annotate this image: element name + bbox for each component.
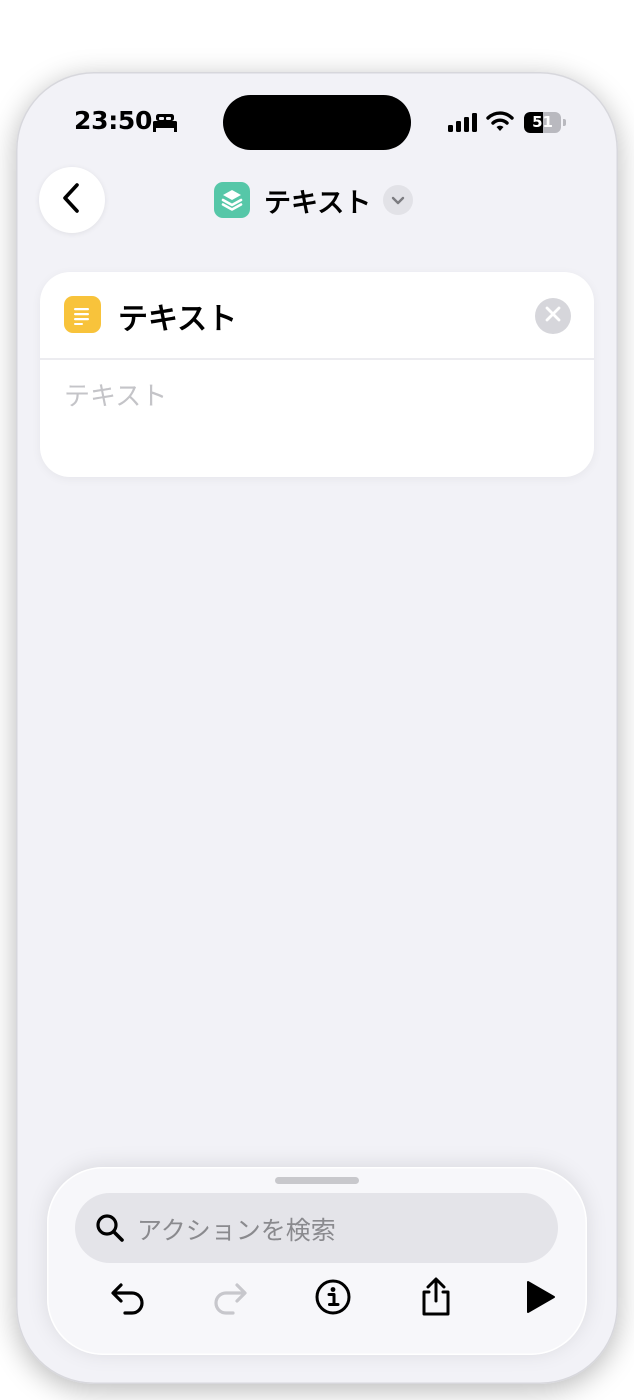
battery-tip [563,119,566,126]
text-lines-icon [64,296,101,333]
bed-icon [152,112,178,136]
phone-screen: 23:50 51 テキスト テキスト テキスト アクションを検索 [16,72,618,1384]
undo-arrow-icon [109,1279,147,1319]
action-search-panel: アクションを検索 [47,1167,587,1355]
page-title: テキスト [264,187,372,219]
info-circle-icon [314,1278,352,1320]
shortcut-layers-icon [214,182,250,218]
shortcut-title-menu[interactable]: テキスト [214,179,414,221]
action-header: テキスト [40,272,594,358]
remove-action-button[interactable] [535,298,571,334]
battery-indicator: 51 [524,112,561,133]
status-bar: 23:50 51 [16,72,618,172]
share-icon [418,1277,454,1321]
battery-level: 51 [532,113,553,131]
undo-button[interactable] [104,1275,152,1323]
status-time: 23:50 [74,106,153,135]
play-icon [524,1280,556,1318]
redo-button[interactable] [206,1275,254,1323]
wifi-icon [486,110,514,136]
info-button[interactable] [309,1275,357,1323]
text-action-card: テキスト テキスト [40,272,594,477]
text-input-field[interactable]: テキスト [64,376,167,413]
action-title: テキスト [118,302,238,337]
divider [40,358,594,360]
redo-arrow-icon [211,1279,249,1319]
chevron-left-icon [60,182,84,218]
magnifying-glass-icon [95,1213,125,1247]
sheet-grabber[interactable] [275,1177,359,1184]
search-placeholder: アクションを検索 [137,1216,336,1245]
search-input[interactable]: アクションを検索 [75,1193,558,1263]
cellular-signal-icon [448,113,478,136]
chevron-down-icon[interactable] [383,185,414,215]
dynamic-island [223,95,411,150]
run-button[interactable] [516,1275,564,1323]
back-button[interactable] [39,167,105,233]
share-button[interactable] [412,1275,460,1323]
xmark-circle-icon [544,305,562,327]
